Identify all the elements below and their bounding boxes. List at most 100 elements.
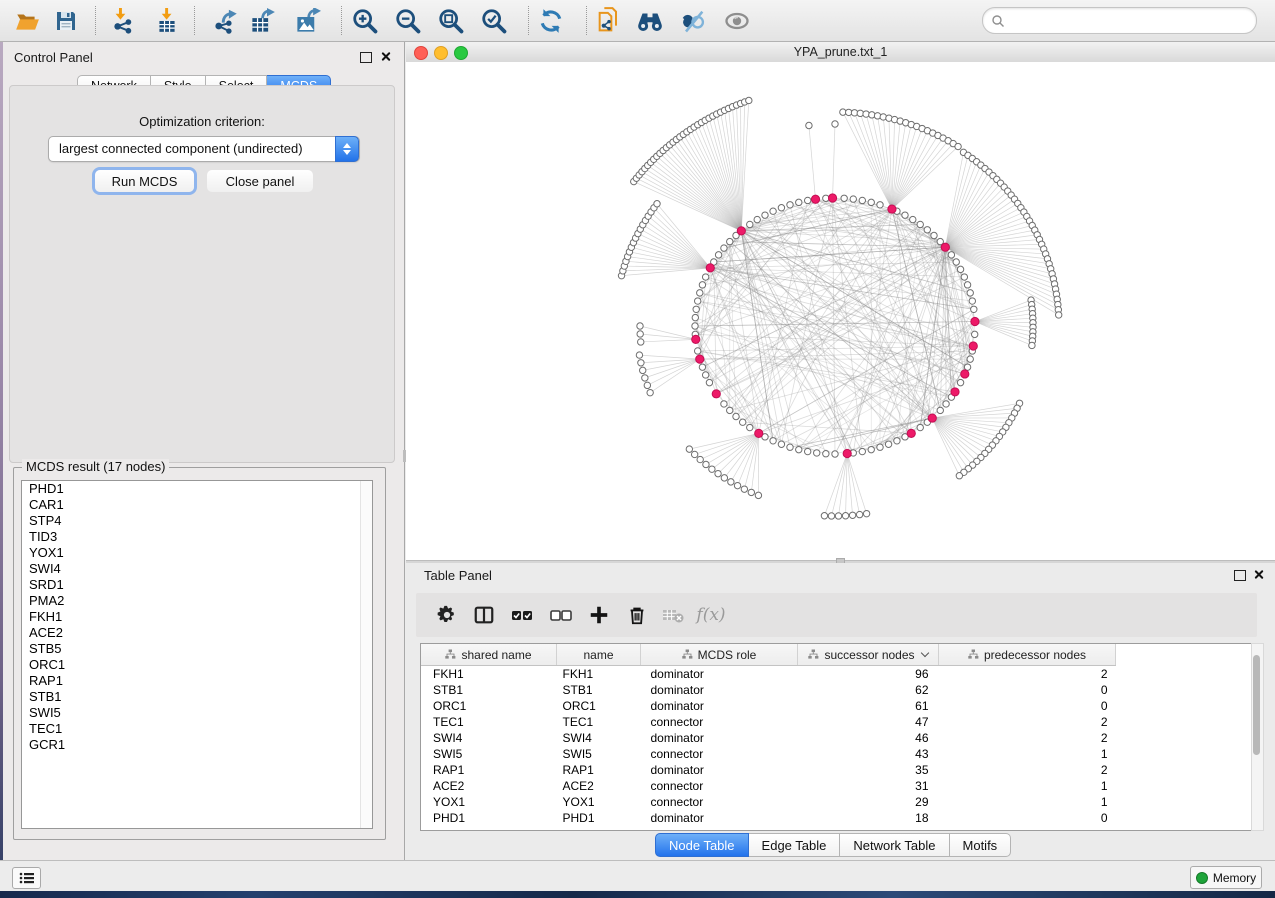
- network-node[interactable]: [953, 259, 959, 265]
- network-node[interactable]: [937, 407, 943, 413]
- network-node[interactable]: [967, 290, 973, 296]
- mcds-result-item[interactable]: ACE2: [22, 625, 372, 641]
- network-node[interactable]: [832, 121, 838, 127]
- network-node[interactable]: [967, 356, 973, 362]
- network-node[interactable]: [796, 199, 802, 205]
- table-tab-network-table[interactable]: Network Table: [840, 833, 949, 857]
- network-node[interactable]: [702, 274, 708, 280]
- network-node[interactable]: [638, 360, 644, 366]
- network-node[interactable]: [692, 314, 698, 320]
- network-node[interactable]: [948, 252, 954, 258]
- network-node[interactable]: [702, 372, 708, 378]
- network-node[interactable]: [721, 401, 727, 407]
- column-header-name[interactable]: name: [557, 644, 641, 666]
- search-binoculars-icon[interactable]: [633, 4, 667, 38]
- network-node[interactable]: [1055, 312, 1061, 318]
- network-node[interactable]: [727, 238, 733, 244]
- table-scrollbar-thumb[interactable]: [1253, 655, 1260, 755]
- network-node[interactable]: [739, 419, 745, 425]
- network-node[interactable]: [754, 216, 760, 222]
- table-row[interactable]: ACE2ACE2connector311: [421, 778, 1116, 794]
- table-row[interactable]: TEC1TEC1connector472: [421, 714, 1116, 730]
- search-input[interactable]: [1009, 13, 1256, 29]
- network-node[interactable]: [728, 479, 734, 485]
- network-node[interactable]: [868, 199, 874, 205]
- network-node[interactable]: [746, 97, 752, 103]
- mcds-result-item[interactable]: ORC1: [22, 657, 372, 673]
- table-row[interactable]: SWI5SWI5connector431: [421, 746, 1116, 762]
- dropdown-stepper-icon[interactable]: [335, 136, 359, 162]
- network-node[interactable]: [778, 441, 784, 447]
- network-node[interactable]: [686, 446, 692, 452]
- float-window-icon[interactable]: [360, 52, 372, 63]
- network-node[interactable]: [1029, 342, 1035, 348]
- table-row[interactable]: RAP1RAP1dominator352: [421, 762, 1116, 778]
- mcds-dominator-node[interactable]: [696, 355, 704, 363]
- mcds-dominator-node[interactable]: [969, 342, 977, 350]
- network-node[interactable]: [796, 446, 802, 452]
- network-node[interactable]: [961, 274, 967, 280]
- mcds-dominator-node[interactable]: [737, 227, 745, 235]
- mcds-result-item[interactable]: TEC1: [22, 721, 372, 737]
- network-node[interactable]: [910, 216, 916, 222]
- close-panel-icon[interactable]: [380, 51, 391, 62]
- mcds-result-item[interactable]: STB1: [22, 689, 372, 705]
- network-node[interactable]: [715, 252, 721, 258]
- network-node[interactable]: [693, 306, 699, 312]
- network-node[interactable]: [841, 195, 847, 201]
- mcds-result-item[interactable]: SRD1: [22, 577, 372, 593]
- table-tab-node-table[interactable]: Node Table: [655, 833, 749, 857]
- network-node[interactable]: [917, 424, 923, 430]
- network-node[interactable]: [706, 379, 712, 385]
- deselect-all-rows-icon[interactable]: [546, 600, 576, 630]
- run-mcds-button[interactable]: Run MCDS: [95, 170, 194, 192]
- global-search-field[interactable]: [982, 7, 1257, 34]
- delete-table-icon[interactable]: [658, 600, 688, 630]
- network-node[interactable]: [721, 245, 727, 251]
- mcds-dominator-node[interactable]: [928, 414, 936, 422]
- network-node[interactable]: [850, 196, 856, 202]
- mcds-dominator-node[interactable]: [941, 243, 949, 251]
- show-column-panel-icon[interactable]: [469, 600, 499, 630]
- network-node[interactable]: [859, 197, 865, 203]
- network-node[interactable]: [636, 352, 642, 358]
- network-node[interactable]: [727, 407, 733, 413]
- network-node[interactable]: [832, 451, 838, 457]
- table-scrollbar[interactable]: [1251, 643, 1264, 831]
- table-row[interactable]: FKH1FKH1dominator962: [421, 666, 1116, 683]
- table-row[interactable]: ORC1ORC1dominator610: [421, 698, 1116, 714]
- network-node[interactable]: [647, 389, 653, 395]
- network-node[interactable]: [902, 212, 908, 218]
- column-header-MCDS-role[interactable]: MCDS role: [641, 644, 798, 666]
- network-node[interactable]: [856, 511, 862, 517]
- save-session-icon[interactable]: [49, 4, 83, 38]
- network-node[interactable]: [969, 298, 975, 304]
- import-network-from-file-icon[interactable]: [106, 4, 140, 38]
- network-node[interactable]: [721, 475, 727, 481]
- zoom-selected-icon[interactable]: [477, 4, 511, 38]
- network-node[interactable]: [694, 298, 700, 304]
- mcds-dominator-node[interactable]: [907, 429, 915, 437]
- table-row[interactable]: STB1STB1dominator620: [421, 682, 1116, 698]
- network-node[interactable]: [943, 401, 949, 407]
- table-tab-motifs[interactable]: Motifs: [950, 833, 1012, 857]
- network-node[interactable]: [762, 212, 768, 218]
- mcds-result-item[interactable]: TID3: [22, 529, 372, 545]
- mcds-result-item[interactable]: GCR1: [22, 737, 372, 753]
- column-header-predecessor-nodes[interactable]: predecessor nodes: [939, 644, 1116, 666]
- table-settings-gear-icon[interactable]: [432, 600, 462, 630]
- network-node[interactable]: [828, 513, 834, 519]
- network-node[interactable]: [957, 379, 963, 385]
- mcds-result-item[interactable]: CAR1: [22, 497, 372, 513]
- network-node[interactable]: [778, 205, 784, 211]
- mcds-dominator-node[interactable]: [951, 388, 959, 396]
- network-node[interactable]: [877, 202, 883, 208]
- network-node[interactable]: [821, 513, 827, 519]
- network-node[interactable]: [917, 221, 923, 227]
- network-node[interactable]: [692, 323, 698, 329]
- mcds-result-item[interactable]: STP4: [22, 513, 372, 529]
- network-node[interactable]: [877, 444, 883, 450]
- mcds-result-item[interactable]: SWI5: [22, 705, 372, 721]
- network-node[interactable]: [755, 492, 761, 498]
- network-node[interactable]: [747, 221, 753, 227]
